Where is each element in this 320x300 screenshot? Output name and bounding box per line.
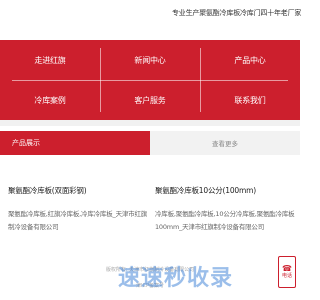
product-title[interactable]: 聚氨酯冷库板(双面彩钢) bbox=[8, 185, 87, 196]
nav-divider-horizontal bbox=[12, 80, 288, 81]
nav-item-products[interactable]: 产品中心 bbox=[200, 40, 300, 80]
phone-float-button[interactable]: ☎ 电话 bbox=[278, 256, 296, 288]
nav-item-contact[interactable]: 联系我们 bbox=[200, 80, 300, 120]
product-description: 聚氨酯冷库板,红旗冷库板,冷库冷库板_天津市红旗制冷设备有限公司 bbox=[8, 210, 148, 231]
top-bar: 专业生产聚氨酯冷库板冷库门四十年老厂家 bbox=[0, 0, 302, 40]
products-section-header: 产品展示 查看更多 bbox=[0, 131, 300, 155]
phone-icon: ☎ bbox=[282, 264, 292, 273]
site-tagline: 专业生产聚氨酯冷库板冷库门四十年老厂家 bbox=[172, 9, 302, 17]
product-description: 冷库板,聚氨酯冷库板,10公分冷库板,聚氨酯冷库板100mm_天津市红旗制冷设备… bbox=[155, 210, 295, 231]
nav-item-about[interactable]: 走进红旗 bbox=[0, 40, 100, 80]
phone-button-label: 电话 bbox=[281, 273, 292, 279]
nav-item-cases[interactable]: 冷库案例 bbox=[0, 80, 100, 120]
view-more-link[interactable]: 查看更多 bbox=[150, 131, 300, 155]
nav-item-news[interactable]: 新闻中心 bbox=[100, 40, 200, 80]
product-title[interactable]: 聚氨酯冷库板10公分(100mm) bbox=[155, 185, 256, 196]
watermark-text: 速速秒收录 bbox=[118, 266, 234, 291]
section-separator bbox=[0, 120, 300, 126]
nav-item-service[interactable]: 客户服务 bbox=[100, 80, 200, 120]
tab-products[interactable]: 产品展示 bbox=[0, 131, 150, 155]
